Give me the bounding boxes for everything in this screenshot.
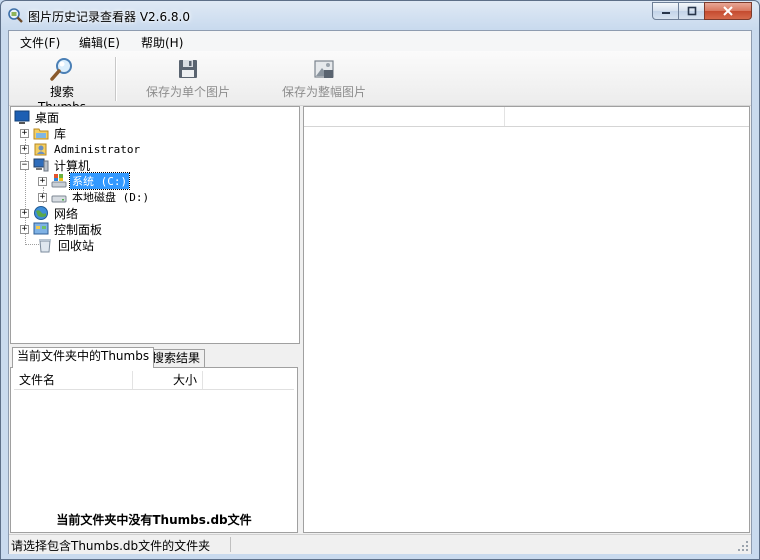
picture-save-icon <box>314 60 334 78</box>
tree-label: Administrator <box>54 142 141 156</box>
floppy-disk-icon <box>179 60 197 78</box>
expand-toggle[interactable]: + <box>38 176 47 186</box>
minimize-icon <box>661 12 670 14</box>
minimize-button[interactable] <box>652 2 679 20</box>
app-magnifier-icon <box>8 8 23 23</box>
tree-item-drive-d[interactable]: + 本地磁盘 (D:) <box>38 189 151 205</box>
computer-icon <box>33 158 49 172</box>
tree-label: 控制面板 <box>54 222 103 237</box>
desktop-icon <box>14 110 30 124</box>
tree-label: 回收站 <box>58 238 95 253</box>
list-header: 文件名 大小 <box>14 371 294 390</box>
menu-edit[interactable]: 编辑(E) <box>73 33 126 52</box>
resize-grip-icon[interactable] <box>737 540 749 552</box>
expand-toggle[interactable]: + <box>20 128 29 138</box>
tree-label: 桌面 <box>35 110 60 125</box>
close-button[interactable] <box>704 2 752 20</box>
folder-tree[interactable]: 桌面 + 库 + Administrator − 计算机 + 系统 (C:) +… <box>10 106 300 344</box>
tree-item-library[interactable]: + 库 <box>20 125 68 141</box>
tab-strip: 当前文件夹中的Thumbs 搜索结果 <box>10 347 300 368</box>
menu-bar: 文件(F) 编辑(E) 帮助(H) <box>9 31 751 51</box>
client-area: 文件(F) 编辑(E) 帮助(H) 搜索Thumbs <box>8 30 752 554</box>
expand-toggle[interactable]: + <box>38 192 47 202</box>
status-bar: 请选择包含Thumbs.db文件的文件夹 <box>9 534 751 554</box>
preview-header-cell <box>304 107 505 126</box>
tree-label: 本地磁盘 (D:) <box>72 191 150 204</box>
tree-item-recycle-bin[interactable]: 回收站 <box>33 237 96 253</box>
maximize-icon <box>687 6 696 16</box>
control-panel-icon <box>33 222 49 235</box>
menu-help[interactable]: 帮助(H) <box>135 33 189 52</box>
empty-list-message: 当前文件夹中没有Thumbs.db文件 <box>56 513 252 527</box>
toolbar: 搜索Thumbs 保存为单个图片 保存为整幅图片 <box>9 51 751 114</box>
status-divider <box>230 537 231 552</box>
thumbs-file-list[interactable]: 文件名 大小 当前文件夹中没有Thumbs.db文件 <box>10 367 298 533</box>
preview-header <box>304 107 749 127</box>
maximize-button[interactable] <box>678 2 705 20</box>
tree-item-network[interactable]: + 网络 <box>20 205 80 221</box>
save-whole-image-label: 保存为整幅图片 <box>281 85 366 99</box>
save-whole-image-button[interactable]: 保存为整幅图片 <box>279 57 369 100</box>
tree-label: 网络 <box>54 206 79 221</box>
save-single-image-button[interactable]: 保存为单个图片 <box>143 57 233 100</box>
window-title: 图片历史记录查看器 V2.6.8.0 <box>28 10 191 24</box>
collapse-toggle[interactable]: − <box>20 160 29 170</box>
column-header-size[interactable]: 大小 <box>133 371 203 389</box>
tree-item-desktop[interactable]: 桌面 <box>14 109 61 125</box>
hard-drive-icon <box>51 195 67 203</box>
magnifier-icon <box>50 58 72 81</box>
status-message: 请选择包含Thumbs.db文件的文件夹 <box>11 539 211 553</box>
toolbar-separator <box>115 57 117 101</box>
tree-label: 计算机 <box>54 158 91 173</box>
close-icon <box>723 6 733 16</box>
app-window: 图片历史记录查看器 V2.6.8.0 文件(F) 编辑(E) 帮助(H) 搜索 … <box>0 0 760 560</box>
title-bar[interactable]: 图片历史记录查看器 V2.6.8.0 <box>1 1 759 30</box>
tree-item-computer[interactable]: − 计算机 <box>20 157 92 173</box>
system-drive-icon <box>51 174 67 188</box>
tree-item-administrator[interactable]: + Administrator <box>20 141 142 157</box>
menu-file[interactable]: 文件(F) <box>14 33 66 52</box>
user-folder-icon <box>34 143 47 156</box>
tab-current-folder-thumbs[interactable]: 当前文件夹中的Thumbs <box>12 347 155 368</box>
expand-toggle[interactable]: + <box>20 224 29 234</box>
tree-item-drive-c[interactable]: + 系统 (C:) <box>38 172 131 190</box>
network-globe-icon <box>34 206 48 220</box>
column-header-filename[interactable]: 文件名 <box>14 371 133 389</box>
tree-label: 库 <box>54 126 67 141</box>
library-icon <box>33 128 49 140</box>
expand-toggle[interactable]: + <box>20 144 29 154</box>
recycle-bin-icon <box>39 239 51 253</box>
tab-search-results[interactable]: 搜索结果 <box>147 349 206 367</box>
tree-label-selected: 系统 (C:) <box>68 172 131 190</box>
expand-toggle[interactable]: + <box>20 208 29 218</box>
preview-panel[interactable] <box>303 106 750 533</box>
tree-item-control-panel[interactable]: + 控制面板 <box>20 221 104 237</box>
save-single-image-label: 保存为单个图片 <box>145 85 230 99</box>
